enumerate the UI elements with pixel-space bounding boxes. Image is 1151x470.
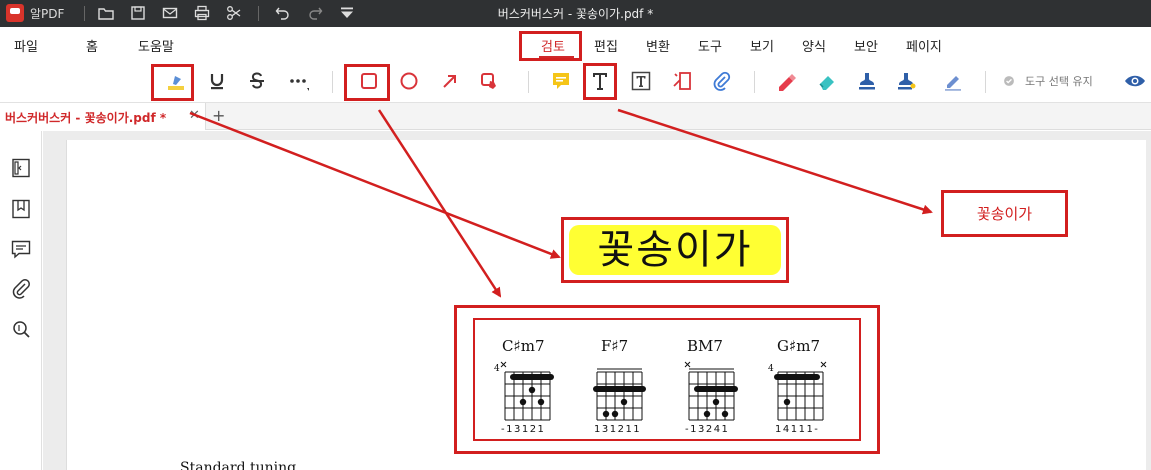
eraser-icon[interactable]	[815, 69, 839, 93]
text-box-annotation[interactable]: 꽃송이가	[941, 190, 1068, 237]
toolbar-divider	[985, 71, 986, 93]
chord-diagram	[684, 361, 738, 421]
menu-file[interactable]: 파일	[14, 36, 38, 55]
menu-convert[interactable]: 변환	[646, 36, 670, 55]
window-title: 버스커버스커 - 꽃송이가.pdf *	[497, 7, 654, 21]
ellipse-tool-icon[interactable]	[397, 69, 421, 93]
menu-home[interactable]: 홈	[86, 36, 98, 55]
menu-edit[interactable]: 편집	[594, 36, 618, 55]
chord-diagram-frame: C♯m7 4 -13121 F♯7 131211 BM7 -13241 G♯m7…	[473, 318, 861, 441]
attachments-icon[interactable]	[10, 278, 32, 300]
menu-tools[interactable]: 도구	[698, 36, 722, 55]
menu-security[interactable]: 보안	[854, 36, 878, 55]
highlighted-title-text: 꽃송이가	[569, 225, 781, 275]
toolbar-divider	[332, 71, 333, 93]
menu-help[interactable]: 도움말	[138, 36, 174, 55]
menu-page[interactable]: 페이지	[906, 36, 942, 55]
chord-name: BM7	[687, 337, 723, 355]
strikethrough-tool-icon[interactable]	[245, 69, 269, 93]
pencil-draw-icon[interactable]	[775, 69, 799, 93]
underline-tool-icon[interactable]	[205, 69, 229, 93]
callout-icon[interactable]	[670, 69, 694, 93]
chord-fingering: 14111-	[775, 424, 820, 435]
text-box-icon[interactable]	[629, 69, 653, 93]
highlight-box-highlight-tool	[151, 64, 194, 101]
chord-fingering: -13121	[501, 424, 546, 435]
document-tab-bar: 버스커버스커 - 꽃송이가.pdf * ✕ +	[0, 103, 1151, 130]
chord-fingering: -13241	[685, 424, 730, 435]
left-side-panel	[0, 131, 42, 470]
signature-pen-icon[interactable]	[941, 69, 965, 93]
chord-diagram	[774, 361, 827, 421]
stamp-more-icon[interactable]	[895, 69, 919, 93]
comments-icon[interactable]	[10, 238, 32, 260]
shape-more-icon[interactable]	[478, 69, 502, 93]
arrow-tool-icon[interactable]	[438, 69, 462, 93]
menu-form[interactable]: 양식	[802, 36, 826, 55]
highlight-box-typewriter-tool	[583, 63, 617, 100]
chord-diagram	[500, 361, 554, 421]
highlight-box-rectangle-tool	[344, 64, 390, 101]
chord-name: F♯7	[601, 337, 629, 355]
stamp-icon[interactable]	[855, 69, 879, 93]
more-markup-icon[interactable]	[286, 69, 310, 93]
menu-view[interactable]: 보기	[750, 36, 774, 55]
chord-name: C♯m7	[502, 337, 545, 355]
keep-tool-check-icon[interactable]	[1000, 69, 1018, 93]
sticky-note-icon[interactable]	[549, 69, 573, 93]
add-tab-icon[interactable]: +	[212, 106, 225, 125]
text-box-annotation-text: 꽃송이가	[976, 205, 1033, 223]
document-tab-label: 버스커버스커 - 꽃송이가.pdf *	[5, 111, 167, 125]
search-icon[interactable]	[10, 318, 32, 340]
standard-tuning-text: Standard tuning	[180, 460, 297, 470]
rectangle-annotation-title[interactable]: 꽃송이가	[561, 217, 789, 283]
toolbar-divider	[754, 71, 755, 93]
rectangle-annotation-chords[interactable]: C♯m7 4 -13121 F♯7 131211 BM7 -13241 G♯m7…	[454, 305, 880, 454]
keep-tool-selection-label[interactable]: 도구 선택 유지	[1025, 73, 1093, 89]
close-tab-icon[interactable]: ✕	[189, 108, 200, 123]
chord-diagram	[593, 368, 646, 421]
chord-fret-number: 4	[494, 364, 500, 374]
document-tab[interactable]: 버스커버스커 - 꽃송이가.pdf * ✕	[0, 103, 206, 130]
eye-view-icon[interactable]	[1123, 69, 1147, 93]
chord-name: G♯m7	[777, 337, 821, 355]
toolbar-divider	[528, 71, 529, 93]
title-bar: 알PDF 버스커버스커 - 꽃송이가.pdf *	[0, 0, 1151, 27]
attach-file-icon[interactable]	[709, 69, 733, 93]
chord-fingering: 131211	[594, 424, 642, 435]
page-thumbnail-icon[interactable]	[10, 157, 32, 179]
highlight-box-review-tab	[519, 31, 582, 61]
bookmark-icon[interactable]	[10, 198, 32, 220]
